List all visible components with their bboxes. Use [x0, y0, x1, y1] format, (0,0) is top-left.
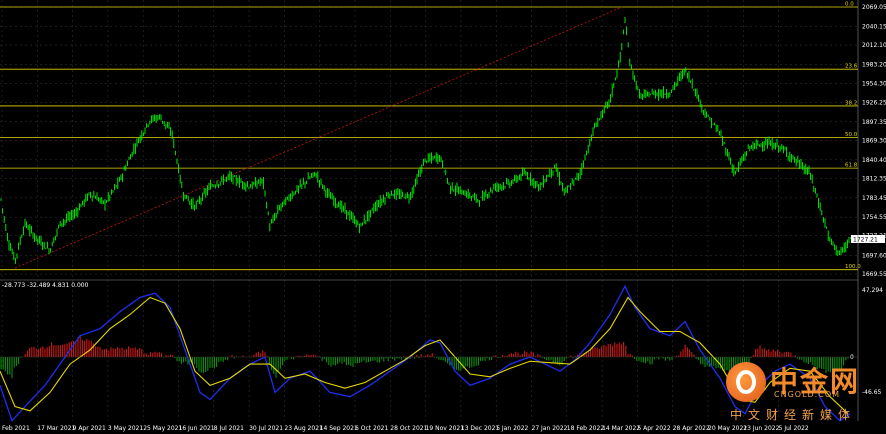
price-axis-label: 1926.25 — [862, 99, 886, 106]
time-axis-label: 5 Apr 2022 — [637, 425, 670, 432]
price-axis-label: 1697.60 — [862, 252, 886, 259]
price-axis-label: 1812.35 — [862, 176, 886, 183]
time-axis-label: 18 Feb 2022 — [567, 425, 605, 432]
indicator-axis-label: 47.294 — [862, 287, 883, 294]
time-axis-label: 5 Jul 2022 — [779, 425, 809, 432]
price-axis-label: 1983.20 — [862, 61, 886, 68]
time-axis-label: 6 Oct 2021 — [355, 425, 388, 432]
price-axis-label: 2012.10 — [862, 42, 886, 49]
logo-sub-text: 中文财经新媒体 — [730, 408, 857, 422]
time-axis-label: 17 Mar 2021 — [37, 425, 75, 432]
logo-en-text: CNGOLD.COM — [774, 390, 841, 399]
time-axis-label: 25 May 2021 — [143, 425, 182, 432]
time-axis-label: 13 Jun 2022 — [743, 425, 779, 432]
fib-level-label: 100.0 — [845, 264, 861, 270]
fib-level-label: 61.8 — [845, 163, 858, 169]
price-axis-label: 1897.35 — [862, 119, 886, 126]
price-axis-label: 1783.45 — [862, 195, 886, 202]
time-axis-label: 13 Dec 2021 — [461, 425, 500, 432]
time-axis-label: 14 Mar 2022 — [602, 425, 640, 432]
cngold-logo: 中金网 CNGOLD.COM 中文财经新媒体 — [726, 362, 886, 424]
time-axis: Feb 2021 17 Mar 20219 Apr 2021 3 May 2021 2… — [2, 425, 809, 432]
time-axis-label: 27 Jan 2022 — [532, 425, 568, 432]
time-axis-label: 8 Jul 2021 — [214, 425, 244, 432]
price-axis-label: 1754.55 — [862, 214, 886, 221]
logo-emblem-icon — [726, 362, 766, 402]
price-axis-label: 1869.30 — [862, 138, 886, 145]
time-axis-label: 28 Oct 2021 — [390, 425, 427, 432]
fibonacci-levels[interactable]: 0.0 23.6 38.2 50.0 61.8 100.0 — [0, 2, 861, 271]
fib-level-label: 23.6 — [845, 64, 858, 70]
time-axis-label: 9 Apr 2021 — [73, 425, 106, 432]
indicator-main-line — [0, 284, 851, 422]
price-axis-label: 2069.05 — [862, 4, 886, 11]
time-axis-label: 14 Sep 2021 — [320, 425, 358, 432]
time-axis-label: 3 May 2021 — [108, 425, 143, 432]
indicator-values: -28.773 -32.489 4.831 0.000 — [2, 282, 89, 289]
time-axis-label: 28 Apr 2022 — [673, 425, 710, 432]
price-axis-label: 1954.30 — [862, 81, 886, 88]
price-axis-label: 1840.40 — [862, 157, 886, 164]
fib-level-label: 50.0 — [845, 132, 858, 138]
time-axis-label: 30 Jul 2021 — [249, 425, 283, 432]
time-axis-label: Feb 2021 — [2, 425, 30, 432]
time-axis-label: 19 Nov 2021 — [426, 425, 465, 432]
fib-level-label: 0.0 — [845, 2, 854, 8]
fib-level-label: 38.2 — [845, 100, 857, 106]
current-price-label: 1727.21 — [853, 237, 878, 244]
price-axis-label: 2040.15 — [862, 23, 886, 30]
time-axis-label: 16 Jun 2021 — [179, 425, 215, 432]
time-axis-label: 5 Jan 2022 — [496, 425, 528, 432]
indicator-signal-line — [0, 296, 849, 415]
price-axis-label: 1669.55 — [862, 271, 886, 278]
time-axis-label: 20 May 2022 — [708, 425, 747, 432]
time-axis-label: 23 Aug 2021 — [284, 425, 323, 432]
